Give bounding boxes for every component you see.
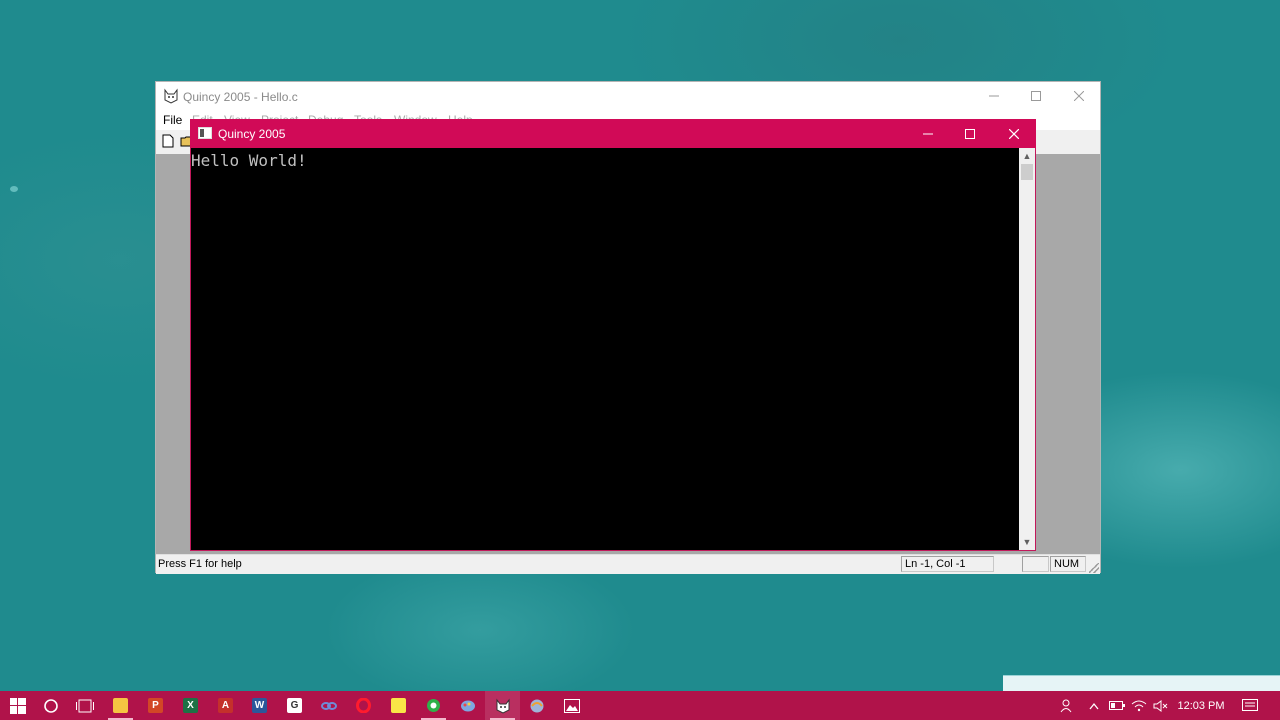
close-icon xyxy=(1009,128,1019,139)
opera-icon xyxy=(356,698,371,713)
chevron-up-icon xyxy=(1089,702,1099,709)
status-help-text: Press F1 for help xyxy=(158,558,242,570)
battery-tray-icon[interactable] xyxy=(1107,691,1127,720)
powerpoint-icon: P xyxy=(148,698,163,713)
console-window-icon xyxy=(198,127,212,139)
scroll-thumb[interactable] xyxy=(1021,164,1033,180)
cortana-circle-icon xyxy=(43,698,58,713)
task-view-icon xyxy=(75,699,94,712)
status-num-lock: NUM xyxy=(1050,556,1086,572)
console-minimize-button[interactable] xyxy=(907,119,949,148)
excel-icon: X xyxy=(183,698,198,713)
console-title: Quincy 2005 xyxy=(218,127,286,141)
console-titlebar[interactable]: Quincy 2005 xyxy=(190,119,1036,148)
taskbar-file-explorer[interactable] xyxy=(103,691,138,720)
taskbar-quincy[interactable] xyxy=(485,691,520,720)
taskbar-browser-app[interactable] xyxy=(519,691,554,720)
minimize-button[interactable] xyxy=(973,82,1015,110)
desktop-notification-strip xyxy=(1003,675,1280,692)
main-window-title: Quincy 2005 - Hello.c xyxy=(183,90,298,104)
console-output-text: Hello World! xyxy=(191,151,307,170)
desktop-background-mark xyxy=(10,186,18,192)
scroll-down-icon[interactable]: ▼ xyxy=(1019,534,1035,550)
taskbar-link-app[interactable] xyxy=(311,691,346,720)
console-scrollbar[interactable]: ▲ ▼ xyxy=(1019,148,1035,550)
volume-tray-icon[interactable] xyxy=(1151,691,1171,720)
pen-app-icon: G xyxy=(287,698,302,713)
start-button[interactable] xyxy=(0,691,35,720)
taskbar-acrobat[interactable]: A xyxy=(208,691,243,720)
folder-icon xyxy=(113,698,128,713)
taskbar-excel[interactable]: X xyxy=(173,691,208,720)
network-tray-icon[interactable] xyxy=(1129,691,1149,720)
console-maximize-button[interactable] xyxy=(949,119,991,148)
status-empty-pane xyxy=(1022,556,1049,572)
taskbar-sticky-notes[interactable] xyxy=(381,691,416,720)
people-icon xyxy=(1060,699,1072,712)
battery-icon xyxy=(1109,701,1125,710)
photos-icon xyxy=(563,698,580,713)
show-hidden-icons[interactable] xyxy=(1085,691,1103,720)
notification-icon xyxy=(1242,698,1258,711)
quincy-cat-icon xyxy=(164,88,178,104)
paint-app-icon xyxy=(460,700,475,711)
green-circle-app-icon xyxy=(427,699,440,712)
minimize-icon xyxy=(923,133,933,134)
new-file-icon[interactable] xyxy=(161,134,175,148)
action-center-button[interactable] xyxy=(1238,691,1262,720)
task-view-button[interactable] xyxy=(67,691,102,720)
menu-file[interactable]: File xyxy=(163,113,182,127)
taskbar-pen-app[interactable]: G xyxy=(277,691,312,720)
sticky-notes-icon xyxy=(391,698,406,713)
link-icon xyxy=(320,701,337,710)
word-icon: W xyxy=(252,698,267,713)
resize-grip[interactable] xyxy=(1089,563,1099,573)
taskbar-paint-app[interactable] xyxy=(450,691,485,720)
maximize-icon xyxy=(1031,91,1041,101)
main-titlebar[interactable]: Quincy 2005 - Hello.c xyxy=(156,82,1100,110)
close-icon xyxy=(1074,91,1084,101)
acrobat-icon: A xyxy=(218,698,233,713)
windows-start-icon xyxy=(9,697,26,714)
browser-app-icon xyxy=(530,699,543,712)
taskbar-photos[interactable] xyxy=(554,691,589,720)
taskbar: P X A W G 12:03 PM xyxy=(0,691,1280,720)
volume-muted-icon xyxy=(1153,699,1168,712)
people-tray-icon[interactable] xyxy=(1057,691,1077,720)
maximize-button[interactable] xyxy=(1015,82,1057,110)
scroll-up-icon[interactable]: ▲ xyxy=(1019,148,1035,164)
maximize-icon xyxy=(965,128,975,139)
status-bar: Press F1 for help Ln -1, Col -1 NUM xyxy=(156,554,1100,574)
console-output-area[interactable]: Hello World! xyxy=(191,148,1019,550)
status-cursor-position: Ln -1, Col -1 xyxy=(901,556,994,572)
search-button[interactable] xyxy=(33,691,68,720)
minimize-icon xyxy=(989,95,999,97)
taskbar-word[interactable]: W xyxy=(242,691,277,720)
wifi-icon xyxy=(1131,700,1147,711)
taskbar-clock[interactable]: 12:03 PM xyxy=(1172,691,1230,720)
taskbar-opera[interactable] xyxy=(346,691,381,720)
close-button[interactable] xyxy=(1058,82,1100,110)
quincy-cat-icon xyxy=(496,698,509,714)
console-close-button[interactable] xyxy=(993,119,1035,148)
console-window: Quincy 2005 Hello World! ▲ ▼ xyxy=(190,119,1036,551)
taskbar-green-app[interactable] xyxy=(416,691,451,720)
taskbar-powerpoint[interactable]: P xyxy=(138,691,173,720)
